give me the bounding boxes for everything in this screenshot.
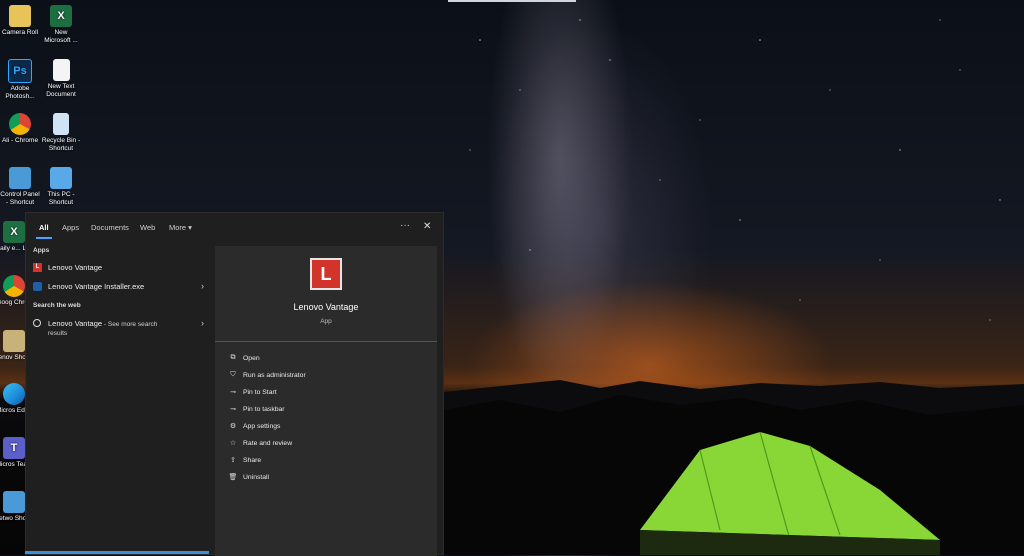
app-name: Lenovo Vantage [293, 302, 359, 312]
desktop-icon[interactable]: Recycle Bin - Shortcut [41, 113, 81, 153]
chevron-right-icon[interactable]: › [201, 281, 204, 291]
action-label: App settings [243, 423, 281, 430]
tab-more[interactable]: More ▾ [169, 223, 192, 232]
active-tab-indicator [36, 237, 52, 239]
close-icon[interactable]: ✕ [423, 221, 431, 232]
text-document-icon [52, 59, 70, 81]
web-query: Lenovo Vantage [48, 319, 103, 328]
shield-icon: ⛉ [230, 371, 236, 378]
desktop-icon[interactable]: Ps Adobe Photosh... [0, 59, 40, 101]
desktop-icon-label: This PC - Shortcut [47, 191, 75, 206]
desktop-icon-label: New Text Document [46, 83, 76, 98]
teams-icon: T [3, 437, 25, 459]
tab-documents[interactable]: Documents [91, 223, 129, 232]
search-results-list: Apps L Lenovo Vantage Lenovo Vantage Ins… [26, 241, 214, 554]
desktop-icon[interactable]: Ali - Chrome [0, 113, 40, 145]
lenovo-vantage-app-icon: L [310, 258, 342, 290]
open-icon: ⧉ [230, 354, 236, 361]
action-app-settings[interactable]: ⚙ App settings [225, 421, 425, 435]
action-label: Share [243, 457, 262, 464]
action-uninstall[interactable]: 🗑 Uninstall [225, 472, 425, 486]
tab-apps[interactable]: Apps [62, 223, 79, 232]
desktop-icon-label: Recycle Bin - Shortcut [41, 137, 81, 152]
web-result-text: Lenovo Vantage - See more search [48, 319, 157, 328]
result-label: Lenovo Vantage [48, 263, 103, 272]
edge-icon [3, 383, 25, 405]
action-label: Uninstall [243, 474, 270, 481]
desktop-icon[interactable]: Control Panel - Shortcut [0, 167, 40, 207]
chrome-icon [3, 275, 25, 297]
result-lenovo-vantage[interactable]: L Lenovo Vantage [30, 259, 208, 277]
search-icon [33, 319, 41, 327]
desktop-icon-label: New Microsoft ... [44, 29, 78, 44]
desktop-icon[interactable]: This PC - Shortcut [41, 167, 81, 207]
action-rate-and-review[interactable]: ☆ Rate and review [225, 438, 425, 452]
desktop-icon[interactable]: New Text Document [41, 59, 81, 99]
desktop-icon-label: Adobe Photosh... [5, 85, 35, 100]
app-detail-pane: L Lenovo Vantage App ⧉ Open ⛉ Run as adm… [215, 246, 437, 556]
window-edge-highlight [448, 0, 576, 2]
share-icon: ⇪ [230, 457, 236, 464]
web-query-suffix: - See more search [102, 321, 158, 328]
more-options-icon[interactable]: ··· [400, 220, 410, 231]
lenovo-vantage-icon: L [33, 263, 42, 272]
action-label: Pin to Start [243, 389, 277, 396]
this-pc-icon [50, 167, 72, 189]
action-pin-to-start[interactable]: ⊸ Pin to Start [225, 387, 425, 401]
web-query-suffix-line2: results [48, 330, 68, 337]
app-type: App [320, 318, 332, 325]
desktop-icon[interactable]: X New Microsoft ... [41, 5, 81, 45]
desktop-icon-label: Ali - Chrome [1, 137, 39, 144]
web-section-title: Search the web [33, 302, 81, 309]
tab-web[interactable]: Web [140, 223, 155, 232]
action-label: Rate and review [243, 440, 293, 447]
action-run-as-administrator[interactable]: ⛉ Run as administrator [225, 370, 425, 384]
chevron-right-icon[interactable]: › [201, 318, 204, 328]
result-lenovo-vantage-installer[interactable]: Lenovo Vantage Installer.exe › [30, 278, 208, 296]
action-label: Open [243, 355, 260, 362]
chrome-icon [9, 113, 31, 135]
result-label: Lenovo Vantage Installer.exe [48, 282, 145, 291]
pin-icon: ⊸ [230, 389, 236, 396]
result-web-search[interactable]: Lenovo Vantage - See more search results… [30, 315, 208, 341]
tab-all[interactable]: All [39, 223, 49, 232]
installer-icon [33, 282, 42, 291]
excel-icon: X [50, 5, 72, 27]
control-panel-icon [9, 167, 31, 189]
action-open[interactable]: ⧉ Open [225, 353, 425, 367]
recycle-bin-icon [53, 113, 69, 135]
divider [215, 341, 437, 342]
taskbar-search-highlight [25, 551, 209, 554]
folder-icon [9, 5, 31, 27]
network-icon [3, 491, 25, 513]
action-share[interactable]: ⇪ Share [225, 455, 425, 469]
action-label: Pin to taskbar [243, 406, 285, 413]
apps-section-title: Apps [33, 247, 50, 254]
star-icon: ☆ [229, 440, 237, 447]
gear-icon: ⚙ [229, 423, 237, 430]
action-pin-to-taskbar[interactable]: ⊸ Pin to taskbar [225, 404, 425, 418]
desktop-icon[interactable]: Camera Roll [0, 5, 40, 37]
desktop-icon-label: Camera Roll [1, 29, 39, 36]
pin-icon: ⊸ [230, 406, 236, 413]
trash-icon: 🗑 [228, 474, 238, 481]
desktop-icon-label: Control Panel - Shortcut [0, 191, 40, 206]
windows-search-panel: All Apps Documents Web More ▾ ··· ✕ Apps… [25, 212, 444, 556]
search-tab-bar: All Apps Documents Web More ▾ ··· ✕ [26, 213, 443, 241]
lenovo-shortcut-icon [3, 330, 25, 352]
photoshop-icon: Ps [8, 59, 32, 83]
excel-icon: X [3, 221, 25, 243]
action-label: Run as administrator [243, 372, 306, 379]
